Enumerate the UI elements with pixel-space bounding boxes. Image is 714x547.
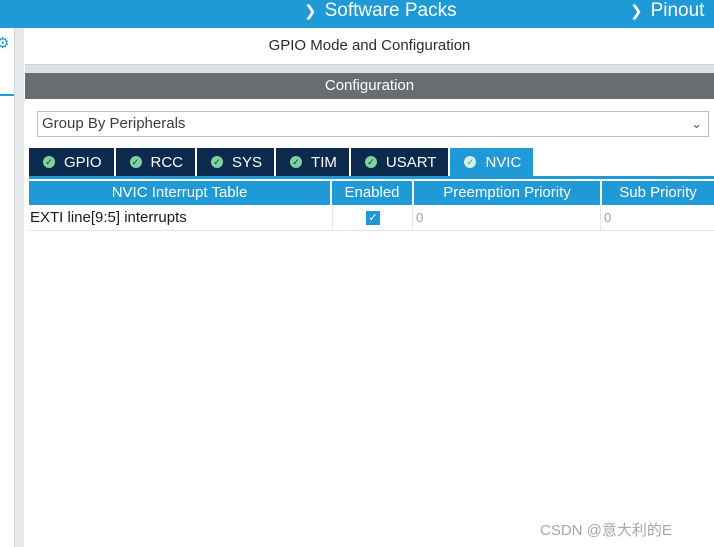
check-circle-icon: ✓ xyxy=(290,156,303,168)
chevron-down-icon: ❯ xyxy=(630,3,643,20)
column-divider xyxy=(332,206,333,230)
tab-label: SYS xyxy=(232,153,263,171)
configuration-header: Configuration xyxy=(25,73,714,99)
column-divider xyxy=(412,206,413,230)
tab-rcc[interactable]: ✓ RCC xyxy=(115,148,196,176)
tab-sys[interactable]: ✓ SYS xyxy=(197,148,275,176)
pinout-label: Pinout xyxy=(650,0,705,21)
check-circle-icon: ✓ xyxy=(364,156,377,168)
column-header-enabled[interactable]: Enabled xyxy=(332,181,414,205)
preemption-priority-value[interactable]: 0 xyxy=(416,206,423,230)
column-header-sub-priority[interactable]: Sub Priority xyxy=(602,181,714,205)
sub-priority-value[interactable]: 0 xyxy=(604,206,611,230)
sidebar-active-indicator xyxy=(0,94,14,96)
check-circle-icon: ✓ xyxy=(129,156,142,168)
gear-icon[interactable]: ⚙ xyxy=(0,34,9,52)
check-circle-icon: ✓ xyxy=(43,156,55,168)
splitter[interactable] xyxy=(15,28,24,547)
check-circle-icon: ✓ xyxy=(464,156,477,168)
column-header-interrupt[interactable]: NVIC Interrupt Table xyxy=(29,181,332,205)
column-header-preemption[interactable]: Preemption Priority xyxy=(414,181,602,205)
tab-usart[interactable]: ✓ USART xyxy=(350,148,449,176)
tab-underline xyxy=(29,176,714,179)
panel-title: GPIO Mode and Configuration xyxy=(25,28,714,65)
tab-label: RCC xyxy=(150,153,184,171)
tab-tim[interactable]: ✓ TIM xyxy=(276,148,349,176)
enabled-checkbox[interactable]: ✓ xyxy=(366,211,380,225)
tab-label: USART xyxy=(385,153,437,171)
chevron-down-icon: ⌄ xyxy=(691,116,702,131)
chevron-down-icon: ❯ xyxy=(304,3,317,20)
tab-gpio[interactable]: ✓ GPIO xyxy=(29,148,114,176)
software-packs-menu[interactable]: ❯ Software Packs xyxy=(304,0,457,22)
peripheral-tabs: ✓ GPIO ✓ RCC ✓ SYS ✓ TIM ✓ USART ✓ NVIC xyxy=(29,148,535,176)
column-divider xyxy=(600,206,601,230)
group-by-value: Group By Peripherals xyxy=(42,115,186,132)
tab-label: TIM xyxy=(311,153,337,171)
tab-nvic[interactable]: ✓ NVIC xyxy=(450,148,534,176)
left-sidebar xyxy=(0,28,15,547)
group-by-select[interactable]: Group By Peripherals ⌄ xyxy=(37,111,709,137)
tab-label: NVIC xyxy=(485,153,522,171)
software-packs-label: Software Packs xyxy=(324,0,457,21)
pinout-menu[interactable]: ❯ Pinout xyxy=(630,0,704,22)
top-menu-bar: ❯ Software Packs ❯ Pinout xyxy=(0,0,714,28)
divider xyxy=(25,65,714,73)
interrupt-name: EXTI line[9:5] interrupts xyxy=(30,209,187,226)
check-circle-icon: ✓ xyxy=(211,156,224,168)
tab-label: GPIO xyxy=(64,153,102,171)
watermark: CSDN @意大利的E xyxy=(540,522,672,539)
